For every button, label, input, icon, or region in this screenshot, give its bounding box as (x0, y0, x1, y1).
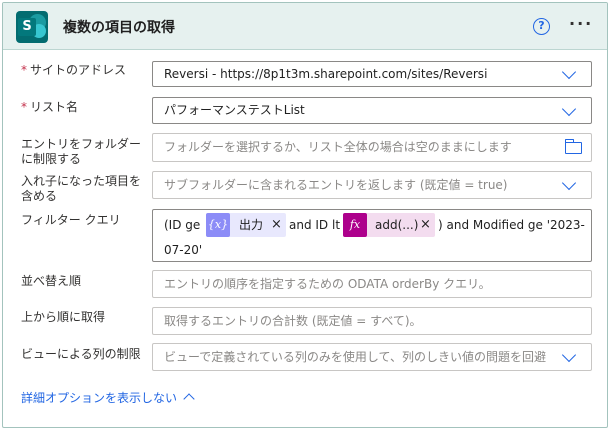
action-header[interactable]: S 複数の項目の取得 ? ··· (3, 3, 607, 50)
chevron-down-icon[interactable] (561, 347, 577, 363)
filter-text-after: ) and Modified ge '2023- (438, 218, 585, 232)
ellipsis-icon[interactable]: ··· (569, 16, 593, 32)
variable-icon: {x} (206, 213, 230, 237)
action-title[interactable]: 複数の項目の取得 (63, 17, 175, 37)
top-count-label: 上から順に取得 (21, 310, 106, 324)
order-by-placeholder: エントリの順序を指定するための ODATA orderBy クエリ。 (164, 277, 491, 291)
list-name-dropdown[interactable]: パフォーマンステストList (152, 97, 592, 124)
site-address-value: Reversi - https://8p1t3m.sharepoint.com/… (164, 67, 488, 81)
nested-items-label: 入れ子になった項目を 含める (21, 174, 142, 203)
folder-picker-icon[interactable] (564, 138, 582, 154)
top-count-placeholder: 取得するエントリの合計数 (既定値 = すべて)。 (164, 314, 422, 328)
chevron-down-icon[interactable] (561, 175, 577, 191)
order-by-input[interactable]: エントリの順序を指定するための ODATA orderBy クエリ。 (152, 270, 592, 298)
filter-query-label: フィルター クエリ (21, 213, 121, 227)
chevron-up-icon[interactable] (183, 393, 195, 405)
view-dropdown[interactable]: ビューで定義されている列のみを使用して、列のしきい値の問題を回避 (152, 343, 592, 371)
chevron-down-icon[interactable] (561, 64, 577, 80)
hide-advanced-options-link[interactable]: 詳細オプションを表示しない (21, 389, 177, 406)
site-address-label: * サイトのアドレス (21, 63, 127, 77)
output-token[interactable]: {x} 出力 × (206, 213, 286, 237)
top-count-input[interactable]: 取得するエントリの合計数 (既定値 = すべて)。 (152, 307, 592, 335)
list-name-label: * リスト名 (21, 100, 79, 114)
required-marker: * (21, 100, 27, 114)
close-icon[interactable]: × (271, 217, 282, 233)
view-label: ビューによる列の制限 (21, 347, 141, 361)
sharepoint-logo-icon: S (16, 11, 48, 43)
output-token-label: 出力 (239, 218, 264, 232)
question-circle-icon[interactable]: ? (533, 18, 550, 35)
filter-text-line2: 07-20' (164, 243, 203, 257)
function-icon: fx (343, 213, 367, 237)
expression-token-label: add(...) (375, 218, 419, 232)
folder-placeholder: フォルダーを選択するか、リスト全体の場合は空のままにします (164, 140, 512, 154)
filter-query-input[interactable]: (ID ge {x} 出力 × and ID lt fx add(...) × … (152, 209, 592, 262)
order-by-label: 並べ替え順 (21, 274, 82, 288)
chevron-down-icon[interactable] (561, 101, 577, 116)
expression-token[interactable]: fx add(...) × (343, 213, 435, 237)
folder-input[interactable]: フォルダーを選択するか、リスト全体の場合は空のままにします (152, 133, 592, 162)
filter-text-middle: and ID lt (289, 218, 341, 232)
close-icon[interactable]: × (420, 217, 431, 233)
get-items-action-card: S 複数の項目の取得 ? ··· * サイトのアドレス Reversi - htt… (2, 2, 608, 428)
nested-items-placeholder: サブフォルダーに含まれるエントリを返します (既定値 = true) (164, 178, 508, 192)
list-name-value: パフォーマンステストList (164, 103, 305, 117)
filter-text-before: (ID ge (164, 218, 201, 232)
nested-items-dropdown[interactable]: サブフォルダーに含まれるエントリを返します (既定値 = true) (152, 171, 592, 199)
view-placeholder: ビューで定義されている列のみを使用して、列のしきい値の問題を回避 (164, 350, 546, 364)
folder-label: エントリをフォルダー に制限する (21, 137, 142, 166)
required-marker: * (21, 63, 27, 77)
site-address-dropdown[interactable]: Reversi - https://8p1t3m.sharepoint.com/… (152, 61, 592, 87)
